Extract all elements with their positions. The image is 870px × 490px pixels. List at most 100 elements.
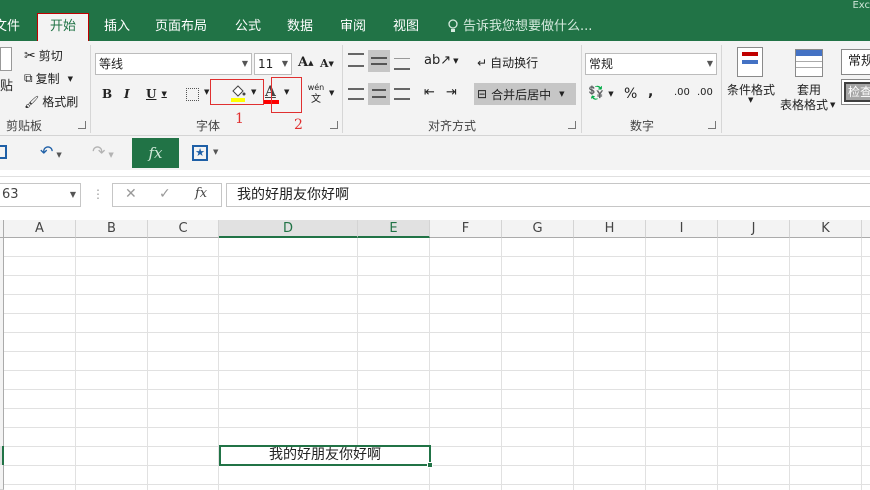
align-top-icon[interactable]: [348, 53, 364, 67]
annotation-label-2: 2: [294, 117, 303, 133]
number-launcher[interactable]: [708, 121, 716, 129]
orientation-button[interactable]: ab↗ ▼: [424, 53, 459, 68]
column-header-f[interactable]: F: [430, 220, 502, 238]
grid-line: [4, 389, 870, 390]
paste-icon: [0, 47, 12, 71]
column-header-b[interactable]: B: [76, 220, 148, 238]
column-header-g[interactable]: G: [502, 220, 574, 238]
chevron-down-icon[interactable]: ▼: [329, 89, 334, 97]
font-size-combo[interactable]: 11 ▼: [254, 53, 292, 75]
tab-insert[interactable]: 插入: [104, 12, 130, 41]
comma-button[interactable]: ,: [648, 84, 653, 100]
increase-indent-icon: ⇥: [446, 85, 457, 100]
cell-text: 我的好朋友你好啊: [269, 447, 381, 463]
grid-line: [4, 446, 870, 447]
increase-indent-button[interactable]: ⇥: [446, 85, 457, 100]
decrease-indent-button[interactable]: ⇤: [424, 85, 435, 100]
cut-button[interactable]: ✂ 剪切: [24, 47, 63, 64]
column-header-d[interactable]: D: [219, 220, 358, 238]
number-format-combo[interactable]: 常规 ▼: [585, 53, 717, 75]
undo-button[interactable]: ↶ ▼: [40, 142, 62, 161]
align-left-icon[interactable]: [348, 88, 364, 100]
redo-button[interactable]: ↷ ▼: [92, 142, 114, 161]
chevron-down-icon[interactable]: ▼: [213, 148, 218, 156]
formula-buttons: ✕ ✓ fx: [112, 183, 222, 207]
accounting-format-button[interactable]: 💱 ▼: [588, 86, 614, 101]
chevron-down-icon: ▼: [453, 56, 459, 65]
percent-button[interactable]: %: [624, 86, 637, 102]
cell-style-normal[interactable]: 常规: [841, 49, 870, 75]
ribbon-home: 贴 ✂ 剪切 ⧉ 复制 ▼ 🖌 格式刷 剪贴板 等线 ▼ 11 ▼ A ▲ A ▼ B I U ▼…: [0, 41, 870, 136]
selected-merged-cell[interactable]: 我的好朋友你好啊: [219, 445, 433, 468]
tab-review[interactable]: 审阅: [340, 12, 366, 41]
underline-button[interactable]: U ▼: [146, 87, 167, 101]
column-header-c[interactable]: C: [148, 220, 219, 238]
shrink-font-button[interactable]: A ▼: [320, 57, 334, 70]
paste-button[interactable]: 贴: [0, 75, 13, 94]
tell-me-text: 告诉我您想要做什么...: [463, 19, 593, 34]
column-header-a[interactable]: A: [4, 220, 76, 238]
form-icon[interactable]: ★: [192, 145, 208, 161]
row-header-selected[interactable]: [0, 446, 4, 465]
chevron-down-icon: ▼: [69, 190, 76, 199]
tab-formulas[interactable]: 公式: [235, 12, 261, 41]
tab-page-layout[interactable]: 页面布局: [155, 12, 207, 41]
align-right-icon[interactable]: [394, 88, 410, 100]
grow-font-button[interactable]: A ▲: [298, 55, 313, 70]
column-header-e[interactable]: E: [358, 220, 430, 238]
paste-label: 贴: [0, 79, 14, 94]
formula-input[interactable]: 我的好朋友你好啊: [226, 183, 870, 207]
clipboard-launcher[interactable]: [78, 121, 86, 129]
column-header-j[interactable]: J: [718, 220, 790, 238]
orientation-icon: ab↗: [424, 53, 452, 68]
merge-center-label: 合并后居中: [491, 87, 552, 102]
enter-icon[interactable]: ✓: [159, 186, 171, 202]
phonetic-button[interactable]: wén 文: [305, 83, 327, 105]
merge-center-button[interactable]: ⊟ 合并后居中 ▼: [474, 83, 576, 105]
tab-data[interactable]: 数据: [287, 12, 313, 41]
format-table-button-line2[interactable]: 表格格式 ▼: [780, 96, 835, 113]
tab-file[interactable]: 文件: [0, 12, 20, 41]
column-header-i[interactable]: I: [646, 220, 718, 238]
decrease-decimal-icon: .00: [697, 87, 713, 98]
align-center-button[interactable]: [368, 83, 390, 105]
clipboard-group-label: 剪贴板: [6, 119, 43, 133]
chevron-down-icon: ▼: [748, 96, 754, 104]
app-title: Exc: [852, 0, 870, 11]
increase-decimal-button[interactable]: .00: [674, 87, 690, 98]
undo-icon: ↶: [40, 142, 54, 161]
chevron-down-icon: ▼: [161, 90, 167, 98]
alignment-launcher[interactable]: [568, 121, 576, 129]
tab-view[interactable]: 视图: [393, 12, 419, 41]
copy-button[interactable]: ⧉ 复制 ▼: [24, 70, 73, 87]
align-middle-button[interactable]: [368, 50, 390, 72]
format-painter-label: 格式刷: [42, 95, 79, 109]
name-box[interactable]: 63 ▼: [0, 183, 81, 207]
grid-line: [4, 332, 870, 333]
tab-home[interactable]: 开始: [37, 13, 89, 41]
grid-line: [4, 427, 870, 428]
column-header-l[interactable]: [862, 220, 870, 238]
column-header-h[interactable]: H: [574, 220, 646, 238]
tell-me-search[interactable]: 告诉我您想要做什么...: [447, 12, 592, 41]
chevron-down-icon[interactable]: ▼: [204, 88, 209, 96]
column-header-k[interactable]: K: [790, 220, 862, 238]
wrap-text-button[interactable]: ↵ 自动换行: [477, 54, 538, 71]
align-bottom-icon[interactable]: [394, 58, 410, 70]
fill-handle[interactable]: [427, 462, 433, 468]
chevron-down-icon: ▼: [56, 151, 62, 159]
borders-icon[interactable]: [186, 88, 199, 101]
font-name-combo[interactable]: 等线 ▼: [95, 53, 252, 75]
format-painter-button[interactable]: 🖌 格式刷: [24, 93, 78, 110]
font-launcher[interactable]: [330, 121, 338, 129]
insert-function-qat-button[interactable]: fx: [132, 138, 179, 168]
wrap-text-icon: ↵: [477, 55, 488, 70]
cell-style-check[interactable]: 检查: [841, 79, 870, 105]
insert-function-icon[interactable]: fx: [195, 186, 207, 201]
italic-button[interactable]: I: [124, 87, 130, 101]
decrease-decimal-button[interactable]: .00: [697, 87, 713, 98]
save-icon[interactable]: [0, 145, 7, 159]
brush-icon: 🖌: [24, 94, 40, 109]
bold-button[interactable]: B: [102, 87, 112, 101]
cancel-icon[interactable]: ✕: [125, 186, 137, 202]
